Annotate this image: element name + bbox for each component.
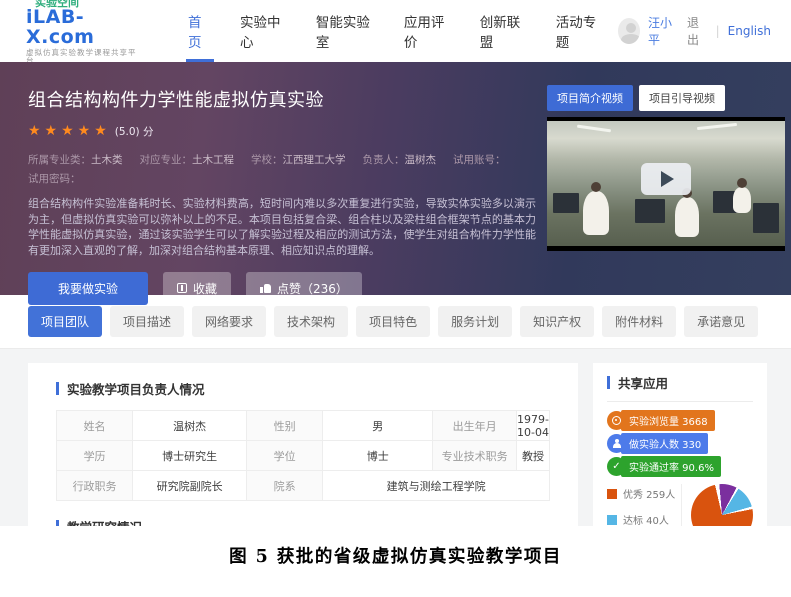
results-pie-chart xyxy=(691,484,753,526)
tab-tech-architecture[interactable]: 技术架构 xyxy=(274,306,348,337)
ceiling-light xyxy=(577,125,611,133)
content-area: 实验教学项目负责人情况 姓名 温树杰 性别 男 出生年月 1979-10-04 … xyxy=(0,349,791,526)
page: 实验空间 iLAB-X.com 虚拟仿真实验教学课程共享平台 首页 实验中心 智… xyxy=(0,0,791,597)
shared-usage-title: 共享应用 xyxy=(607,373,753,392)
eye-icon xyxy=(607,411,626,430)
thumb-up-icon xyxy=(260,283,271,293)
table-row: 学历 博士研究生 学位 博士 专业技术职务 教授 xyxy=(57,441,550,471)
tab-network-requirements[interactable]: 网络要求 xyxy=(192,306,266,337)
leader-profile-table: 姓名 温树杰 性别 男 出生年月 1979-10-04 学历 博士研究生 学位 … xyxy=(56,410,550,501)
legend-item-pass: 达标 40人 xyxy=(607,512,681,526)
section-bar xyxy=(56,382,59,395)
student-shape xyxy=(733,187,751,213)
nav-item-home[interactable]: 首页 xyxy=(174,0,226,62)
logout-link[interactable]: 退出 xyxy=(687,14,708,48)
project-description: 组合结构构件实验准备耗时长、实验材料费高，短时间内难以多次重复进行实验，导致实体… xyxy=(28,196,536,259)
meta-major: 对应专业：土木工程 xyxy=(140,152,235,167)
intro-video-button[interactable]: 项目简介视频 xyxy=(547,85,633,111)
ceiling-light xyxy=(697,123,737,130)
play-button[interactable] xyxy=(641,163,691,195)
tab-attachments[interactable]: 附件材料 xyxy=(602,306,676,337)
main-nav: 首页 实验中心 智能实验室 应用评价 创新联盟 活动专题 xyxy=(174,0,618,62)
star-rating-icons: ★★★★★ xyxy=(28,123,111,139)
section-bar xyxy=(56,520,59,526)
leader-section-title: 实验教学项目负责人情况 xyxy=(56,379,550,398)
logo-brand-main: iLAB-X.com xyxy=(26,8,142,48)
meta-trial-account: 试用账号： xyxy=(453,152,506,167)
user-avatar[interactable] xyxy=(618,18,640,44)
figure-caption: 图 5 获批的省级虚拟仿真实验教学项目 xyxy=(0,543,791,568)
tab-commitment[interactable]: 承诺意见 xyxy=(684,306,758,337)
tab-intellectual-property[interactable]: 知识产权 xyxy=(520,306,594,337)
monitor-shape xyxy=(635,199,665,223)
stat-participants: 做实验人数 330 xyxy=(607,434,753,453)
legend-item-excellent: 优秀 259人 xyxy=(607,486,681,501)
section-bar xyxy=(607,376,610,389)
user-area: 汪小平 退出 | English xyxy=(618,14,771,48)
monitor-shape xyxy=(553,193,579,213)
project-hero-banner: 组合结构构件力学性能虚拟仿真实验 ★★★★★ (5.0) 分 所属专业类：土木类… xyxy=(0,62,791,295)
check-shield-icon: ✓ xyxy=(607,457,626,476)
do-experiment-button[interactable]: 我要做实验 xyxy=(28,272,148,305)
table-row: 姓名 温树杰 性别 男 出生年月 1979-10-04 xyxy=(57,411,550,441)
leader-info-card: 实验教学项目负责人情况 姓名 温树杰 性别 男 出生年月 1979-10-04 … xyxy=(28,363,578,526)
meta-category: 所属专业类：土木类 xyxy=(28,152,123,167)
tab-service-plan[interactable]: 服务计划 xyxy=(438,306,512,337)
monitor-shape xyxy=(753,203,779,233)
video-block: 项目简介视频 项目引导视频 xyxy=(547,85,785,251)
stat-participants-badge: 做实验人数 330 xyxy=(621,433,708,454)
language-switch-link[interactable]: English xyxy=(728,24,771,38)
like-button[interactable]: 点赞（236） xyxy=(246,272,362,305)
nav-item-experiment-center[interactable]: 实验中心 xyxy=(226,0,302,62)
play-icon xyxy=(661,171,674,187)
rating-score: (5.0) 分 xyxy=(115,124,154,139)
stat-pass-rate: ✓ 实验通过率 90.6% xyxy=(607,457,753,476)
divider xyxy=(607,401,753,402)
tab-project-description[interactable]: 项目描述 xyxy=(110,306,184,337)
nav-item-activities[interactable]: 活动专题 xyxy=(542,0,618,62)
guide-video-button[interactable]: 项目引导视频 xyxy=(639,85,725,111)
meta-leader: 负责人：温树杰 xyxy=(363,152,437,167)
nav-item-innovation-alliance[interactable]: 创新联盟 xyxy=(466,0,542,62)
legend-swatch xyxy=(607,489,617,499)
tab-project-features[interactable]: 项目特色 xyxy=(356,306,430,337)
table-row: 行政职务 研究院副院长 院系 建筑与测绘工程学院 xyxy=(57,471,550,501)
hero-action-buttons: 我要做实验 收藏 点赞（236） xyxy=(28,272,791,305)
site-logo[interactable]: 实验空间 iLAB-X.com 虚拟仿真实验教学课程共享平台 xyxy=(26,0,142,65)
user-name-link[interactable]: 汪小平 xyxy=(648,14,679,48)
stat-views-badge: 实验浏览量 3668 xyxy=(621,410,715,431)
results-chart-row: 优秀 259人 达标 40人 不达标 31人 xyxy=(607,484,753,526)
favorite-button[interactable]: 收藏 xyxy=(163,272,231,305)
bookmark-icon xyxy=(177,283,187,293)
student-shape xyxy=(583,191,609,235)
nav-item-smart-lab[interactable]: 智能实验室 xyxy=(302,0,390,62)
project-meta-row: 所属专业类：土木类 对应专业：土木工程 学校：江西理工大学 负责人：温树杰 试用… xyxy=(28,152,553,167)
tab-project-team[interactable]: 项目团队 xyxy=(28,306,102,337)
person-icon xyxy=(607,434,626,453)
shared-usage-card: 共享应用 实验浏览量 3668 做实验人数 330 ✓ 实验通过率 90.6% … xyxy=(593,363,767,526)
pie-legend: 优秀 259人 达标 40人 不达标 31人 xyxy=(607,484,682,526)
stat-pass-rate-badge: 实验通过率 90.6% xyxy=(621,456,721,477)
top-navbar: 实验空间 iLAB-X.com 虚拟仿真实验教学课程共享平台 首页 实验中心 智… xyxy=(0,0,791,62)
legend-swatch xyxy=(607,515,617,525)
stat-views: 实验浏览量 3668 xyxy=(607,411,753,430)
video-thumbnail[interactable] xyxy=(547,117,785,251)
nav-item-app-review[interactable]: 应用评价 xyxy=(390,0,466,62)
student-shape xyxy=(675,197,699,237)
research-section-title: 教学研究情况 xyxy=(56,517,550,526)
divider: | xyxy=(716,24,720,38)
video-buttons: 项目简介视频 项目引导视频 xyxy=(547,85,785,111)
meta-school: 学校：江西理工大学 xyxy=(251,152,346,167)
